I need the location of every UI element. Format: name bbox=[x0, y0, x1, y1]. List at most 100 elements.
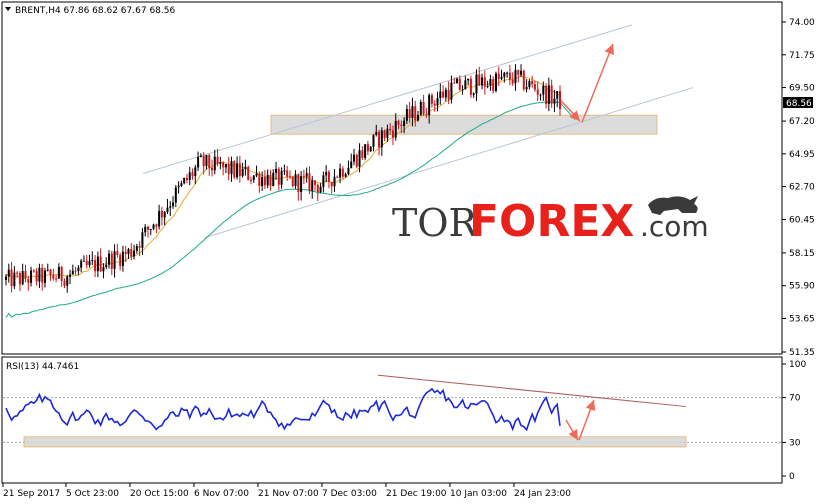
candle-body bbox=[511, 79, 514, 84]
candle-body bbox=[166, 207, 169, 212]
candle-body bbox=[152, 224, 155, 230]
candle-body bbox=[230, 161, 233, 175]
candle-body bbox=[194, 167, 197, 176]
candle-body bbox=[174, 187, 177, 203]
rsi-header: RSI(13) 44.7461 bbox=[6, 362, 79, 372]
candle-body bbox=[288, 176, 291, 178]
candle-body bbox=[55, 278, 58, 280]
candle-body bbox=[325, 171, 328, 176]
candle-body bbox=[439, 91, 442, 99]
candle-body bbox=[269, 174, 272, 186]
candle-body bbox=[141, 232, 144, 248]
y-tick-label: 51.35 bbox=[789, 348, 815, 358]
candle-body bbox=[233, 161, 236, 178]
candle-body bbox=[533, 84, 536, 90]
candle-body bbox=[208, 155, 211, 168]
candle-body bbox=[130, 249, 133, 257]
candle-body bbox=[419, 101, 422, 116]
candle-body bbox=[327, 171, 330, 182]
candle-body bbox=[188, 172, 191, 181]
candle-body bbox=[442, 91, 445, 98]
candle-body bbox=[213, 156, 216, 171]
y-tick-label: 60.45 bbox=[789, 215, 815, 225]
candle-body bbox=[185, 177, 188, 181]
candle-body bbox=[71, 270, 74, 275]
candle-body bbox=[108, 253, 111, 265]
candle-body bbox=[475, 74, 478, 94]
candle-body bbox=[91, 259, 94, 261]
candle-body bbox=[294, 174, 297, 187]
candle-body bbox=[252, 175, 255, 181]
candle-body bbox=[539, 94, 542, 96]
candle-body bbox=[258, 173, 261, 186]
candle-body bbox=[322, 175, 325, 187]
y-tick-label: 62.70 bbox=[789, 183, 815, 193]
rsi-tick-label: 30 bbox=[789, 438, 801, 448]
watermark-forex: FOREX bbox=[469, 196, 634, 247]
candle-body bbox=[500, 76, 503, 79]
candle-body bbox=[183, 177, 186, 184]
candle-body bbox=[57, 266, 60, 279]
candle-body bbox=[417, 115, 420, 121]
candle-body bbox=[339, 168, 342, 178]
candle-body bbox=[135, 246, 138, 251]
candle-body bbox=[85, 260, 88, 266]
candle-body bbox=[464, 80, 467, 90]
candle-body bbox=[366, 144, 369, 152]
candle-body bbox=[344, 174, 347, 177]
candle-body bbox=[550, 85, 553, 104]
candle-body bbox=[63, 280, 66, 286]
candle-body bbox=[506, 72, 509, 74]
candle-body bbox=[43, 270, 46, 283]
candle-body bbox=[330, 181, 333, 187]
candle-body bbox=[249, 179, 252, 181]
candle-body bbox=[133, 250, 136, 257]
rsi-tick-label: 100 bbox=[789, 360, 806, 370]
candle-body bbox=[52, 274, 55, 279]
candle-body bbox=[508, 72, 511, 80]
candle-body bbox=[30, 270, 33, 283]
candle-body bbox=[124, 251, 127, 255]
candle-body bbox=[461, 89, 464, 91]
candle-body bbox=[41, 267, 44, 283]
candle-body bbox=[444, 89, 447, 98]
candle-body bbox=[127, 249, 130, 255]
candle-body bbox=[352, 154, 355, 162]
y-tick-label: 64.95 bbox=[789, 150, 815, 160]
y-tick-label: 58.15 bbox=[789, 249, 815, 259]
x-tick-label: 24 Jan 23:00 bbox=[514, 489, 571, 499]
candle-body bbox=[383, 130, 386, 138]
rsi-tick-label: 70 bbox=[789, 394, 801, 404]
candle-body bbox=[149, 229, 152, 231]
candle-body bbox=[522, 70, 525, 90]
watermark: TOR FOREX .com bbox=[392, 196, 709, 247]
candle-body bbox=[472, 93, 475, 95]
candle-body bbox=[255, 173, 258, 176]
y-tick-label: 74.00 bbox=[789, 18, 815, 28]
candle-body bbox=[458, 78, 461, 90]
candle-body bbox=[5, 276, 7, 280]
x-tick-label: 5 Oct 23:00 bbox=[66, 489, 119, 499]
candle-body bbox=[333, 176, 336, 187]
candle-body bbox=[481, 77, 484, 86]
candle-body bbox=[397, 120, 400, 125]
y-tick-label: 55.90 bbox=[789, 282, 815, 292]
candle-body bbox=[483, 77, 486, 87]
candle-body bbox=[422, 101, 425, 115]
candle-body bbox=[450, 82, 453, 100]
candle-body bbox=[517, 69, 520, 75]
candle-body bbox=[525, 86, 528, 90]
candle-body bbox=[158, 210, 161, 227]
candle-body bbox=[478, 74, 481, 86]
candle-body bbox=[556, 91, 559, 99]
candle-body bbox=[497, 73, 500, 79]
candle-body bbox=[197, 156, 200, 168]
candle-body bbox=[60, 266, 63, 281]
candle-body bbox=[219, 162, 222, 164]
y-tick-label: 67.20 bbox=[789, 117, 815, 127]
candle-body bbox=[286, 170, 289, 177]
candle-body bbox=[121, 251, 124, 266]
candle-body bbox=[38, 267, 41, 282]
y-tick-label: 71.75 bbox=[789, 51, 815, 61]
main-panel-frame bbox=[1, 1, 783, 355]
